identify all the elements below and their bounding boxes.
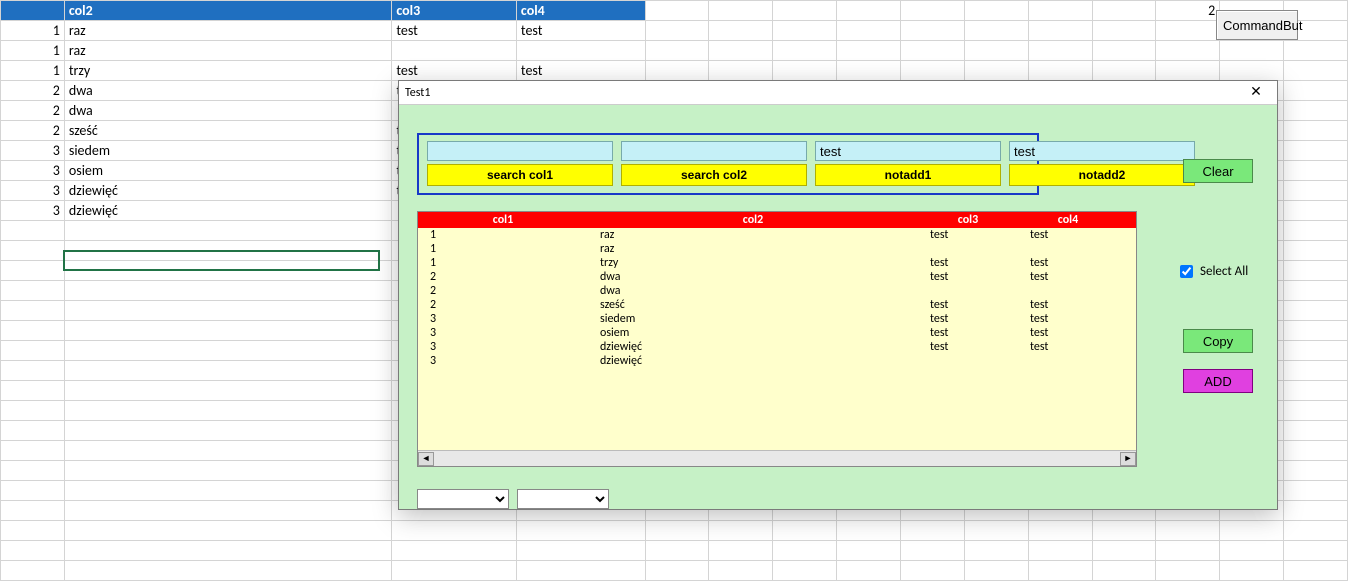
cell-topright[interactable]: 2	[1156, 1, 1220, 21]
search-col1-input[interactable]	[427, 141, 613, 161]
search-frame: search col1 search col2 notadd1 notadd2	[417, 133, 1039, 195]
userform-title: Test1	[405, 86, 1241, 100]
results-listbox[interactable]: col1 col2 col3 col4 1raztesttest1raz1trz…	[417, 211, 1137, 467]
close-icon[interactable]: ✕	[1241, 83, 1271, 103]
search-col2-button[interactable]: search col2	[621, 164, 807, 186]
list-item[interactable]: 2dwatesttest	[418, 270, 1136, 284]
copy-button[interactable]: Copy	[1183, 329, 1253, 353]
list-item[interactable]: 1raztesttest	[418, 228, 1136, 242]
combo-2[interactable]	[517, 489, 609, 509]
clear-button[interactable]: Clear	[1183, 159, 1253, 183]
table-row[interactable]: 1raztesttest	[1, 21, 1348, 41]
list-item[interactable]: 3dziewięćtesttest	[418, 340, 1136, 354]
notadd2-button[interactable]: notadd2	[1009, 164, 1195, 186]
header-col3[interactable]: col3	[392, 1, 517, 21]
list-item[interactable]: 2dwa	[418, 284, 1136, 298]
list-item[interactable]: 1raz	[418, 242, 1136, 256]
search-col1-button[interactable]: search col1	[427, 164, 613, 186]
list-item[interactable]: 1trzytesttest	[418, 256, 1136, 270]
userform-titlebar[interactable]: Test1 ✕	[399, 81, 1277, 105]
search-col2-input[interactable]	[621, 141, 807, 161]
add-button[interactable]: ADD	[1183, 369, 1253, 393]
list-item[interactable]: 3siedemtesttest	[418, 312, 1136, 326]
command-button[interactable]: CommandBut	[1216, 10, 1298, 40]
list-header-col2: col2	[588, 212, 918, 228]
table-row[interactable]: 1trzytesttest	[1, 61, 1348, 81]
notadd1-input[interactable]	[815, 141, 1001, 161]
header-col1[interactable]	[1, 1, 65, 21]
userform-test1: Test1 ✕ search col1 search col2 notadd1 …	[398, 80, 1278, 510]
list-header-col1: col1	[418, 212, 588, 228]
header-col4[interactable]: col4	[516, 1, 645, 21]
list-header-col3: col3	[918, 212, 1018, 228]
notadd1-button[interactable]: notadd1	[815, 164, 1001, 186]
list-item[interactable]: 3dziewięć	[418, 354, 1136, 368]
combo-1[interactable]	[417, 489, 509, 509]
notadd2-input[interactable]	[1009, 141, 1195, 161]
header-col2[interactable]: col2	[64, 1, 391, 21]
scroll-left-icon[interactable]: ◄	[418, 452, 434, 466]
table-row[interactable]: 1raz	[1, 41, 1348, 61]
scroll-right-icon[interactable]: ►	[1120, 452, 1136, 466]
select-all-checkbox[interactable]	[1180, 265, 1193, 278]
select-all-checkbox-wrap[interactable]: Select All	[1171, 259, 1253, 284]
select-all-label: Select All	[1200, 264, 1248, 279]
listbox-hscrollbar[interactable]: ◄ ►	[418, 450, 1136, 466]
list-item[interactable]: 3osiemtesttest	[418, 326, 1136, 340]
list-header-col4: col4	[1018, 212, 1118, 228]
list-item[interactable]: 2sześćtesttest	[418, 298, 1136, 312]
